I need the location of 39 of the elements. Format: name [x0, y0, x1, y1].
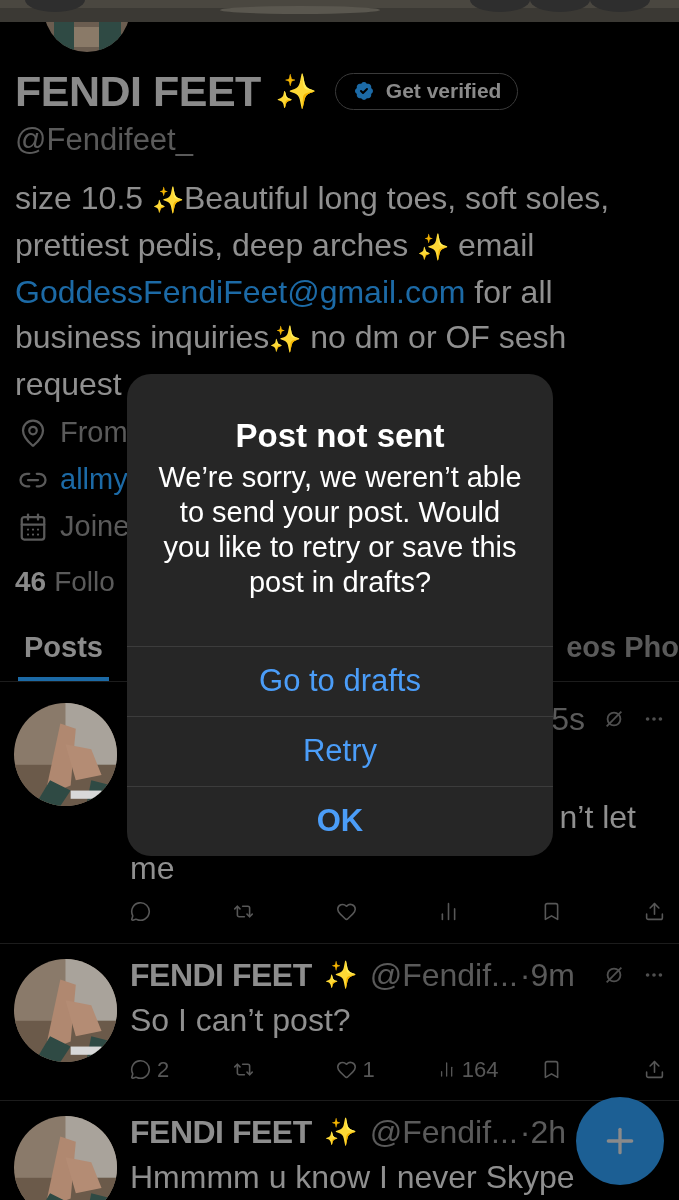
- post-time: 5s: [551, 700, 585, 739]
- dialog-button[interactable]: Retry: [127, 716, 553, 786]
- profile-tab[interactable]: Pho: [624, 618, 679, 681]
- email-link[interactable]: GoddessFendiFeet@gmail.com: [15, 274, 466, 310]
- dialog-button[interactable]: Go to drafts: [127, 646, 553, 716]
- author-handle: @Fendif...: [369, 956, 518, 995]
- website-link[interactable]: allmy: [60, 457, 128, 502]
- meta-text: Joine: [60, 508, 130, 544]
- post-time: ·2h: [519, 1113, 566, 1152]
- author-name: FENDI FEET: [130, 1113, 312, 1152]
- profile-tab[interactable]: eos: [566, 618, 617, 681]
- profile-tab[interactable]: Posts: [18, 618, 109, 681]
- slashed-circle-icon[interactable]: [603, 964, 625, 986]
- sparkle-emoji: ✨: [323, 957, 358, 992]
- author-handle: @Fendif...: [369, 1113, 518, 1152]
- post-text: n’t let: [559, 798, 636, 837]
- post-text: So I can’t post?: [130, 1002, 351, 1038]
- sparkle-emoji: ✨: [323, 1114, 358, 1149]
- share-icon[interactable]: [644, 1058, 665, 1080]
- following-label: Follo: [54, 565, 115, 599]
- author-name: FENDI FEET: [130, 956, 312, 995]
- following-count: 46: [15, 565, 47, 599]
- calendar-icon: [18, 511, 48, 542]
- profile-name: FENDI FEET: [15, 65, 261, 117]
- post-text: Hmmmm u know I never Skype: [130, 1159, 575, 1195]
- reply-icon[interactable]: [130, 1058, 151, 1080]
- meta-text: From: [60, 414, 128, 450]
- count-text: 164: [461, 1055, 499, 1084]
- dialog-button[interactable]: OK: [127, 786, 553, 856]
- dialog-message: We’re sorry, we weren’t able to send your post. Would you like to retry or save this post in drafts?: [157, 460, 523, 600]
- sparkle-emoji: ✨: [274, 69, 317, 113]
- count-text: 2: [157, 1055, 170, 1084]
- post-time: ·9m: [519, 956, 575, 995]
- reply-icon[interactable]: [130, 900, 151, 922]
- share-icon[interactable]: [644, 900, 665, 922]
- slashed-circle-icon[interactable]: [603, 708, 625, 730]
- profile-handle: @Fendifeet_: [15, 120, 193, 159]
- dialog-title: Post not sent: [235, 416, 445, 456]
- count-text: 1: [362, 1055, 375, 1084]
